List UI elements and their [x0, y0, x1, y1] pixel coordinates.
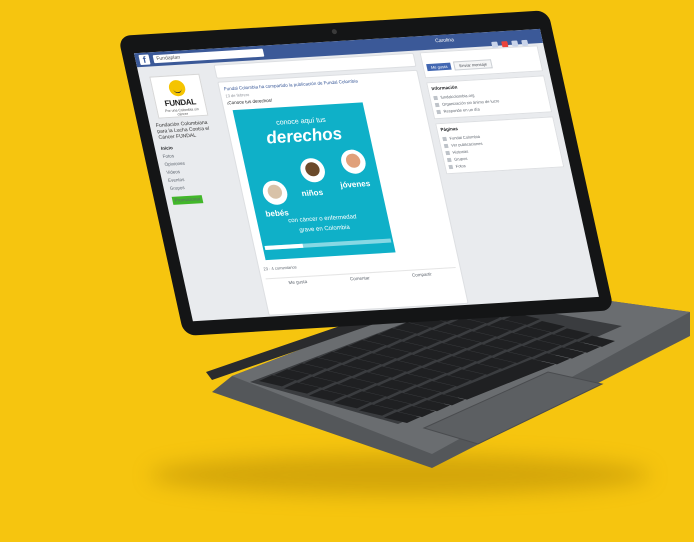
comment-button[interactable]: Comentar [328, 272, 392, 286]
page-action-buttons: Me gusta Enviar mensaje [419, 45, 544, 79]
info-box: Información fundalcolombia.org Organizac… [426, 75, 553, 120]
page-nav: Inicio Fotos Opiniones Videos Eventos Gr… [160, 141, 237, 205]
image-label: niños [300, 187, 324, 199]
post-actions: Me gustaComentarCompartir [265, 267, 458, 290]
laptop-display: f Fundaplan Carolina FUNDAL Por una Colo… [133, 28, 599, 322]
image-label: bebés [264, 208, 290, 219]
youth-illustration [338, 148, 368, 175]
user-profile-link[interactable]: Carolina [435, 37, 455, 44]
video-progress-bar[interactable] [264, 238, 392, 251]
share-button[interactable]: Compartir [390, 268, 454, 282]
baby-illustration [260, 180, 290, 206]
smiley-logo-icon [167, 79, 187, 97]
top-bar-icons [490, 32, 538, 48]
post-video[interactable]: conoce aquí tus derechos bebés niños jóv… [232, 102, 396, 261]
pages-box: Páginas Fundal Colombia Ver publicacione… [435, 116, 565, 175]
reaction-count[interactable]: 23 · 4 comentarios [263, 264, 297, 271]
post-author[interactable]: Fundal Colombia ha compartido la publica… [223, 78, 358, 91]
like-page-button[interactable]: Me gusta [426, 62, 453, 72]
child-illustration [298, 157, 328, 183]
promote-button[interactable]: Promocionar [171, 195, 204, 205]
page-title[interactable]: Fundación Colombiana para la Lucha Contr… [155, 119, 219, 141]
image-label: jóvenes [339, 178, 372, 190]
laptop-lid: f Fundaplan Carolina FUNDAL Por una Colo… [118, 10, 614, 336]
webcam [331, 28, 338, 35]
post-text: ¡Conoce tus derechos! [226, 97, 273, 106]
search-input[interactable]: Fundaplan [152, 48, 265, 64]
post-timestamp[interactable]: 13 de febrero [225, 92, 250, 98]
send-message-button[interactable]: Enviar mensaje [453, 59, 493, 71]
page-avatar[interactable]: FUNDAL Por una Colombia sin cáncer [149, 73, 209, 119]
scene: f Fundaplan Carolina FUNDAL Por una Colo… [0, 0, 694, 542]
facebook-logo-icon[interactable]: f [138, 54, 151, 66]
like-button[interactable]: Me gusta [266, 276, 330, 290]
brand-tagline: Por una Colombia sin cáncer [164, 107, 200, 117]
